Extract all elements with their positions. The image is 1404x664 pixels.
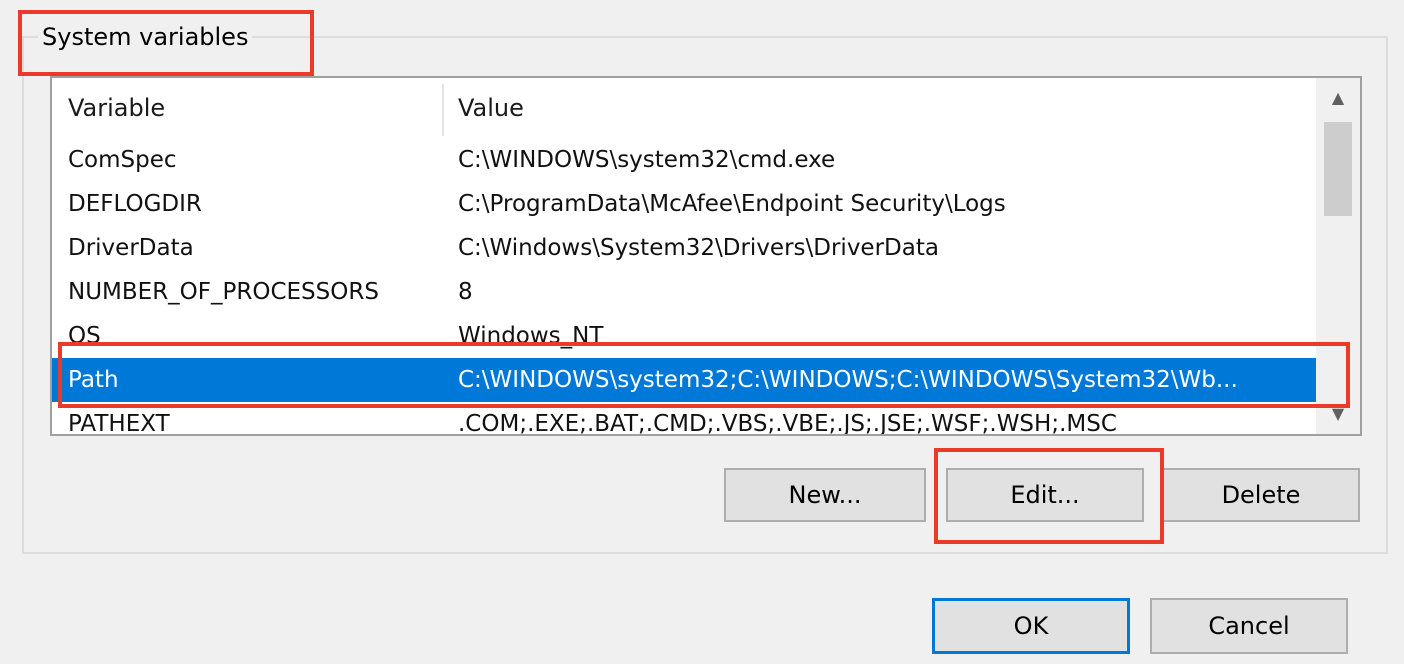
column-header-variable[interactable]: Variable [68,78,438,138]
scrollbar-thumb[interactable] [1324,122,1352,216]
highlight-box-path-row [58,342,1350,408]
highlight-box-edit-button [934,448,1164,544]
chevron-up-icon[interactable]: ▲ [1316,78,1360,118]
row-variable: NUMBER_OF_PROCESSORS [68,279,379,305]
table-row[interactable]: DriverData C:\Windows\System32\Drivers\D… [52,226,1316,270]
list-header: Variable Value [52,78,1316,138]
row-value: C:\ProgramData\McAfee\Endpoint Security\… [458,191,1006,217]
row-value: C:\WINDOWS\system32\cmd.exe [458,147,836,173]
highlight-box-title [18,10,314,76]
table-row[interactable]: DEFLOGDIR C:\ProgramData\McAfee\Endpoint… [52,182,1316,226]
row-variable: DriverData [68,235,194,261]
row-variable: DEFLOGDIR [68,191,202,217]
environment-variables-dialog: System variables Variable Value ComSpec … [0,0,1404,664]
delete-button[interactable]: Delete [1162,468,1360,522]
row-variable: ComSpec [68,147,177,173]
table-row[interactable]: ComSpec C:\WINDOWS\system32\cmd.exe [52,138,1316,182]
row-value: 8 [458,279,473,305]
table-row[interactable]: NUMBER_OF_PROCESSORS 8 [52,270,1316,314]
column-divider[interactable] [442,84,444,136]
row-value: C:\Windows\System32\Drivers\DriverData [458,235,939,261]
column-header-value[interactable]: Value [458,78,1308,138]
new-button[interactable]: New... [724,468,926,522]
ok-button[interactable]: OK [932,598,1130,654]
cancel-button[interactable]: Cancel [1150,598,1348,654]
